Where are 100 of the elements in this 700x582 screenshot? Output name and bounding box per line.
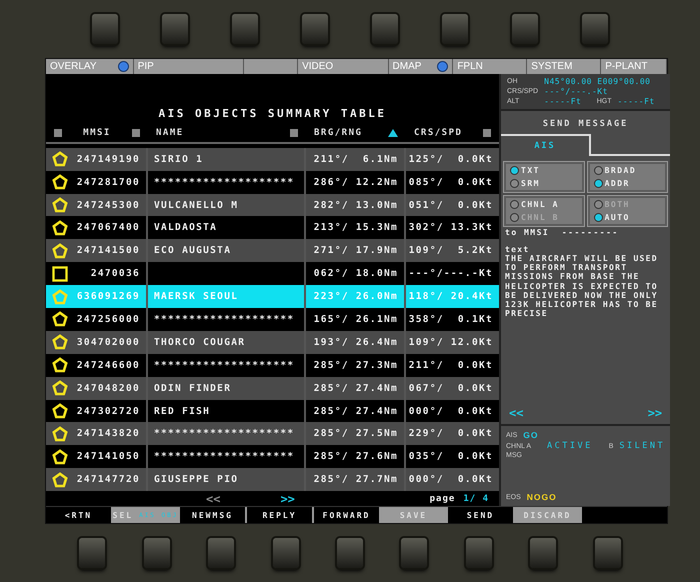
indicator-dot	[437, 60, 448, 72]
section-title: SEND MESSAGE	[542, 118, 630, 131]
table-cell-text: 109°/ 5.2Kt	[408, 244, 494, 258]
status-value: ACTIVE	[547, 441, 593, 452]
pentagon-icon	[52, 472, 68, 488]
bezel-key[interactable]	[92, 14, 118, 44]
table-cell-text: 109°/ 12.0Kt	[408, 336, 494, 350]
table-cell-text: 067°/ 0.0Kt	[408, 382, 494, 396]
menu-tab[interactable]	[244, 58, 298, 74]
table-row[interactable]: 247281700 ******************** 286°/ 12.2Nm 085°/ 0.0Kt	[46, 170, 499, 194]
position-value: N45°00.00 E009°00.00	[544, 76, 652, 86]
table-row[interactable]: 247149190 SIRIO 1 211°/ 6.1Nm 125°/ 0.0Kt	[46, 148, 499, 171]
bezel-key[interactable]	[442, 14, 468, 44]
previous-page-button[interactable]: <<	[206, 492, 220, 506]
bezel-key[interactable]	[302, 14, 328, 44]
mmsi-text: 247256000	[76, 314, 140, 325]
radio-option[interactable]: CHNL A	[510, 200, 578, 209]
pentagon-icon	[52, 357, 68, 374]
table-row[interactable]: 247302720 RED FISH 285°/ 27.4Nm 000°/ 0.0Kt	[46, 400, 499, 422]
bezel-key[interactable]	[144, 538, 170, 568]
square-icon	[483, 128, 491, 137]
bezel-key[interactable]	[336, 538, 363, 568]
ais-tab[interactable]: AIS	[501, 134, 591, 156]
recipient-line: to MMSI ---------	[504, 226, 620, 239]
table-row[interactable]: 247143820 ******************** 285°/ 27.5Nm 229°/ 0.0Kt	[46, 422, 499, 446]
mmsi-text: 247281700	[76, 176, 140, 188]
page-indicator: page 1/ 4	[430, 494, 489, 504]
bezel-key[interactable]	[466, 538, 492, 568]
radio-option[interactable]: SRM	[510, 178, 578, 188]
column-header[interactable]: BRG/RNG	[314, 128, 362, 138]
bezel-key[interactable]	[530, 538, 556, 568]
bezel-key[interactable]	[594, 538, 621, 568]
next-button[interactable]: >>	[648, 406, 662, 420]
table-cell-text: 229°/ 0.0Kt	[408, 427, 494, 442]
table-row[interactable]: 247147720 GIUSEPPE PIO 285°/ 27.7Nm 000°/ 0.0Kt	[46, 468, 499, 492]
status-value: GO	[523, 430, 539, 440]
column-header[interactable]: NAME	[156, 128, 184, 138]
table-cell-text: 000°/ 0.0Kt	[408, 473, 494, 488]
status-value: NOGO	[526, 492, 557, 502]
mmsi-text: 247141050	[76, 451, 140, 462]
bezel-key[interactable]	[372, 14, 398, 44]
table-cell: GIUSEPPE PIO	[148, 468, 306, 492]
previous-button[interactable]: <<	[509, 406, 524, 420]
radio-option[interactable]: TXT	[510, 166, 578, 175]
square-icon	[54, 128, 62, 137]
indicator-dot	[118, 60, 129, 72]
radio-option[interactable]: ADDR	[594, 178, 662, 188]
table-cell-text: 118°/ 20.4Kt	[408, 290, 494, 304]
pentagon-icon	[52, 334, 68, 350]
mmsi-text: 304702000	[76, 336, 140, 348]
height-value: -----Ft	[618, 96, 656, 106]
table-title: AIS OBJECTS SUMMARY TABLE	[157, 106, 388, 122]
pentagon-icon	[52, 288, 68, 305]
square-icon	[132, 128, 140, 137]
mmsi-text: 247245300	[76, 200, 140, 211]
mmsi-text: 247067400	[76, 222, 140, 234]
table-cell-text: 125°/ 0.0Kt	[408, 152, 494, 167]
bezel-key[interactable]	[162, 14, 188, 44]
pentagon-icon	[52, 220, 68, 236]
radio-option[interactable]: AUTO	[594, 212, 662, 222]
pentagon-icon	[52, 426, 68, 442]
pentagon-icon	[52, 197, 68, 214]
mmsi-text: 247048200	[76, 382, 140, 394]
next-page-button[interactable]: >>	[280, 492, 295, 506]
radio-option[interactable]: BRDAD	[594, 166, 662, 175]
altitude-value: -----Ft	[544, 96, 582, 106]
bezel-key[interactable]	[232, 14, 258, 44]
pentagon-icon	[52, 403, 68, 420]
table-row[interactable]: 247067400 VALDAOSTA 213°/ 15.3Nm 302°/ 13.3Kt	[46, 216, 499, 240]
table-row[interactable]: 247048200 ODIN FINDER 285°/ 27.4Nm 067°/ 0.0Kt	[46, 376, 499, 400]
table-cell-text: 085°/ 0.0Kt	[408, 176, 494, 190]
table-cell-text: 358°/ 0.1Kt	[408, 312, 494, 327]
column-header[interactable]: MMSI	[83, 128, 111, 138]
square-icon	[52, 266, 68, 282]
bezel-key[interactable]	[512, 14, 538, 44]
table-cell-text: 000°/ 0.0Kt	[408, 404, 494, 419]
column-header[interactable]: CRS/SPD	[414, 128, 462, 138]
bezel-key[interactable]	[401, 538, 428, 568]
mmsi-text: 247302720	[76, 406, 140, 417]
mmsi-text: 2470036	[90, 268, 140, 280]
pentagon-icon	[52, 151, 68, 168]
table-row[interactable]: 247141050 ******************** 285°/ 27.6Nm 035°/ 0.0Kt	[46, 445, 499, 468]
bezel-key[interactable]	[272, 538, 299, 568]
pentagon-icon	[52, 242, 68, 259]
table-cell-text: 051°/ 0.0Kt	[408, 198, 494, 213]
status-value: SILENT	[619, 441, 666, 452]
table-cell-text: ---°/---.-Kt	[408, 267, 494, 282]
course-speed-value: ---°/---.-Kt	[544, 86, 609, 96]
table-row[interactable]: 247245300 VULCANELLO M 282°/ 13.0Nm 051°/ 0.0Kt	[46, 194, 499, 216]
bezel-key[interactable]	[582, 14, 608, 44]
table-cell-text: 211°/ 0.0Kt	[408, 358, 494, 373]
pentagon-icon	[52, 174, 68, 190]
pentagon-icon	[52, 380, 68, 396]
bezel-key[interactable]	[79, 538, 106, 568]
sort-icon[interactable]	[388, 128, 398, 137]
table-row[interactable]: 247141500 ECO AUGUSTA 271°/ 17.9Nm 109°/ 5.2Kt	[46, 239, 499, 262]
bezel-key[interactable]	[208, 538, 234, 568]
table-row[interactable]: 304702000 THORCO COUGAR 193°/ 26.4Nm 109°/ 12.0Kt	[46, 330, 499, 354]
mmsi-text: 247246600	[76, 360, 140, 371]
mmsi-text: 247141500	[76, 245, 140, 256]
